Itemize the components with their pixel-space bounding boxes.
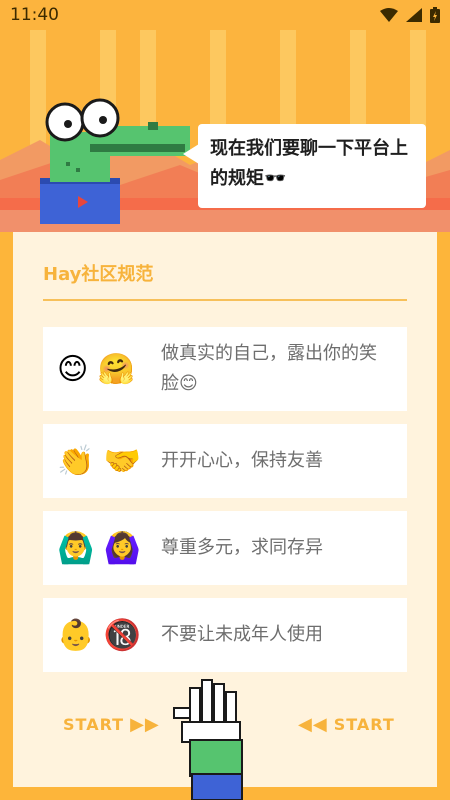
rule-text: 做真实的自己，露出你的笑脸😊 xyxy=(161,343,377,394)
card-title: Hay社区规范 xyxy=(43,264,154,285)
rule-text: 不要让未成年人使用 xyxy=(161,624,323,645)
rule-text: 尊重多元，求同存异 xyxy=(161,537,323,558)
battery-charging-icon xyxy=(430,7,440,23)
crocodile-mascot xyxy=(40,98,190,224)
title-divider xyxy=(43,299,407,301)
rule-item: 😊 🤗 做真实的自己，露出你的笑脸😊 xyxy=(43,327,407,411)
rule-emojis: 👶 🔞 xyxy=(57,617,142,653)
speech-bubble: 现在我们要聊一下平台上的规矩🕶️ xyxy=(198,124,426,208)
status-time: 11:40 xyxy=(10,5,59,25)
rule-text: 开开心心，保持友善 xyxy=(161,450,323,471)
rule-item: 👶 🔞 不要让未成年人使用 xyxy=(43,598,407,672)
status-bar: 11:40 xyxy=(0,0,450,30)
rule-emojis: 🙆‍♂️ 🙆‍♀️ xyxy=(57,530,142,566)
rule-emojis: 😊 🤗 xyxy=(57,351,136,387)
rule-emojis: 👏 🤝 xyxy=(57,443,142,479)
double-arrow-right-icon: ▶▶ xyxy=(130,714,160,735)
wifi-icon xyxy=(380,8,398,22)
rule-item: 👏 🤝 开开心心，保持友善 xyxy=(43,424,407,498)
start-label: START xyxy=(333,715,395,734)
rule-item: 🙆‍♂️ 🙆‍♀️ 尊重多元，求同存异 xyxy=(43,511,407,585)
double-arrow-left-icon: ◀◀ xyxy=(298,714,328,735)
waving-hand-illustration xyxy=(173,679,243,800)
signal-icon xyxy=(406,8,422,22)
start-button-left[interactable]: START ▶▶ xyxy=(63,714,160,735)
speech-tail xyxy=(183,144,199,164)
status-icons xyxy=(380,7,440,23)
start-button-right[interactable]: ◀◀ START xyxy=(298,714,395,735)
start-label: START xyxy=(63,715,125,734)
